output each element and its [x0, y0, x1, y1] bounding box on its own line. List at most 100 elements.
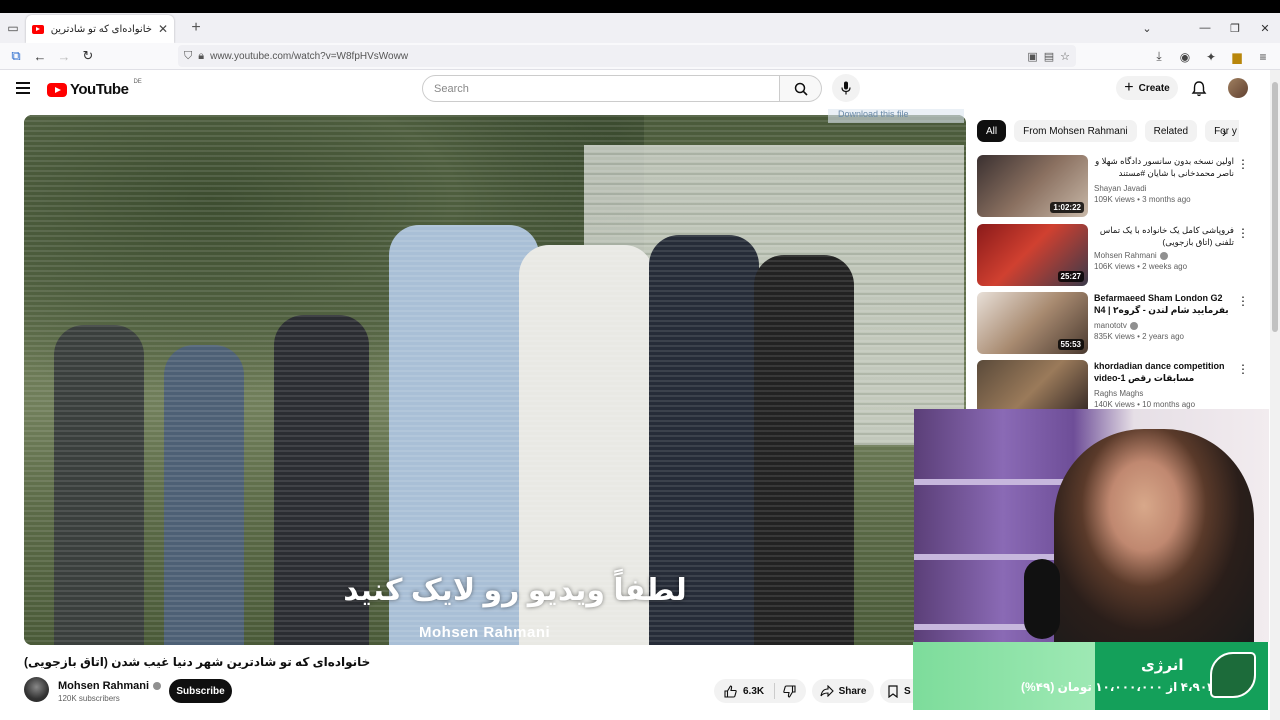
recommendation-stats: 109K views • 3 months ago	[1094, 195, 1191, 204]
extension-badge-icon[interactable]: ▆	[1226, 50, 1248, 64]
address-bar[interactable]: ⛉ 🔒︎ www.youtube.com/watch?v=W8fpHVsWoww…	[178, 45, 1076, 67]
menu-icon[interactable]: ≡	[1252, 50, 1274, 64]
recommendation-title[interactable]: اولین نسخه بدون سانسور دادگاه شهلا و ناص…	[1094, 155, 1234, 181]
region-code: DE	[133, 78, 142, 85]
channel-avatar[interactable]	[24, 677, 49, 702]
restore-icon[interactable]: ❐	[1220, 22, 1250, 35]
search-input[interactable]: Search	[422, 75, 780, 102]
chip-related[interactable]: Related	[1144, 120, 1198, 142]
channel-name[interactable]: Mohsen Rahmani	[58, 680, 162, 692]
recommendation-meta: khordadian dance competition video-1 مسا…	[1094, 360, 1234, 409]
youtube-logo[interactable]: YouTube DE	[47, 78, 142, 98]
tab-title: خانواده‌ای که تو شادترین شهر دنیا...	[50, 23, 152, 35]
video-thumbnail[interactable]: 55:53	[977, 292, 1088, 354]
more-options-icon[interactable]: ⋮	[1237, 226, 1249, 240]
page-scrollbar[interactable]	[1270, 70, 1280, 720]
recommendation-channel[interactable]: Shayan Javadi	[1094, 184, 1234, 193]
ad-progress-text: ۴،۹۰۳،۱۴۶ از ۱۰،۰۰۰،۰۰۰ تومان (۴۹%)	[1021, 680, 1241, 694]
recommendation-stats: 106K views • 2 weeks ago	[1094, 262, 1188, 271]
like-button[interactable]: 6.3K	[714, 683, 776, 699]
url-text[interactable]: www.youtube.com/watch?v=W8fpHVsWoww	[210, 51, 1021, 62]
recommendation-meta: Befarmaeed Sham London G2 N4 | بفرمایید …	[1094, 292, 1234, 341]
create-button[interactable]: + Create	[1116, 76, 1178, 100]
search-bar: Search	[422, 75, 822, 102]
recommendation-title[interactable]: khordadian dance competition video-1 مسا…	[1094, 360, 1234, 386]
filter-chips: All From Mohsen Rahmani Related For y	[977, 120, 1239, 144]
more-options-icon[interactable]: ⋮	[1237, 157, 1249, 171]
recommendation-item[interactable]: 55:53 Befarmaeed Sham London G2 N4 | بفر…	[977, 292, 1267, 354]
video-thumbnail[interactable]: 1:02:22	[977, 155, 1088, 217]
bookmark-star-icon[interactable]: ☆	[1060, 50, 1070, 63]
new-tab-icon[interactable]: +	[184, 19, 208, 37]
downloads-icon[interactable]: ⤓	[1148, 49, 1170, 64]
chevron-right-icon[interactable]: ›	[1222, 124, 1227, 140]
recommendation-meta: اولین نسخه بدون سانسور دادگاه شهلا و ناص…	[1094, 155, 1234, 204]
tab-strip: ▭ خانواده‌ای که تو شادترین شهر دنیا... ✕…	[0, 13, 1280, 43]
subscribe-button[interactable]: Subscribe	[169, 679, 232, 703]
video-duration: 25:27	[1057, 271, 1084, 282]
youtube-favicon-icon	[32, 24, 44, 34]
thumbs-up-icon	[724, 684, 737, 698]
video-duration: 55:53	[1057, 339, 1084, 350]
verified-icon	[153, 682, 162, 690]
verified-icon	[1159, 251, 1168, 260]
more-options-icon[interactable]: ⋮	[1237, 362, 1249, 376]
browser-tab-active[interactable]: خانواده‌ای که تو شادترین شهر دنیا... ✕	[26, 15, 174, 43]
sidebar-toggle-icon[interactable]: ⧉	[4, 48, 28, 64]
video-overlay-text: لطفاً ویدیو رو لایک کنید	[343, 574, 687, 607]
recommendation-title[interactable]: فروپاشی کامل یک خانواده با یک تماس تلفنی…	[1094, 224, 1234, 248]
recommendation-title[interactable]: Befarmaeed Sham London G2 N4 | بفرمایید …	[1094, 292, 1234, 318]
recommendation-meta: فروپاشی کامل یک خانواده با یک تماس تلفنی…	[1094, 224, 1234, 271]
download-hint-banner[interactable]: Download this file	[828, 109, 964, 123]
close-window-icon[interactable]: ✕	[1250, 22, 1280, 35]
ad-banner[interactable]: انرژی ۴،۹۰۳،۱۴۶ از ۱۰،۰۰۰،۰۰۰ تومان (۴۹%…	[913, 642, 1268, 710]
reload-icon[interactable]: ↻	[76, 48, 100, 64]
back-icon[interactable]: ←	[28, 49, 52, 64]
user-avatar[interactable]	[1228, 78, 1248, 98]
channel-name-text[interactable]: Mohsen Rahmani	[58, 680, 149, 692]
recommendation-channel[interactable]: manototv	[1094, 321, 1234, 330]
recommendation-channel[interactable]: Mohsen Rahmani	[1094, 251, 1234, 260]
extensions-icon[interactable]: ✦	[1200, 50, 1222, 64]
ad-left-panel	[913, 642, 1095, 710]
minimize-icon[interactable]: —	[1190, 22, 1220, 34]
scrollbar-thumb[interactable]	[1272, 82, 1278, 332]
vpn-icon[interactable]: ◉	[1174, 50, 1196, 64]
chip-from-channel[interactable]: From Mohsen Rahmani	[1014, 120, 1137, 142]
picture-in-picture-icon[interactable]: ▣	[1027, 50, 1037, 63]
microphone-icon	[841, 81, 851, 95]
recommendation-item[interactable]: 25:27 فروپاشی کامل یک خانواده با یک تماس…	[977, 224, 1267, 286]
video-duration: 1:02:22	[1050, 202, 1084, 213]
lock-icon[interactable]: 🔒︎	[198, 50, 204, 63]
recommendation-stats: 835K views • 2 years ago	[1094, 332, 1184, 341]
search-button[interactable]	[780, 75, 822, 102]
close-tab-icon[interactable]: ✕	[158, 22, 168, 36]
tab-overflow-icon[interactable]: ⌄	[1132, 22, 1162, 35]
window-controls: ⌄ — ❐ ✕	[1132, 13, 1280, 43]
webcam-person	[1054, 429, 1254, 642]
dislike-button[interactable]	[775, 684, 796, 698]
reader-view-icon[interactable]: ▤	[1044, 50, 1054, 63]
like-count: 6.3K	[743, 685, 765, 697]
video-thumbnail[interactable]: 25:27	[977, 224, 1088, 286]
chip-all[interactable]: All	[977, 120, 1007, 142]
like-dislike-group: 6.3K	[714, 679, 806, 703]
plus-icon: +	[1124, 79, 1134, 96]
search-icon	[794, 82, 808, 96]
create-label: Create	[1138, 82, 1170, 94]
save-label: S	[904, 685, 911, 697]
forward-icon[interactable]: →	[52, 49, 76, 64]
tab-list-icon[interactable]: ▭	[0, 13, 26, 43]
share-label: Share	[838, 685, 867, 697]
shield-icon[interactable]: ⛉	[184, 50, 192, 63]
youtube-play-icon	[47, 82, 67, 97]
recommendation-channel[interactable]: Raghs Maghs	[1094, 389, 1234, 398]
guide-menu-icon[interactable]	[16, 82, 30, 94]
notifications-bell-icon[interactable]	[1190, 80, 1208, 98]
voice-search-button[interactable]	[832, 74, 860, 102]
more-options-icon[interactable]: ⋮	[1237, 294, 1249, 308]
share-button[interactable]: Share	[812, 679, 874, 703]
logo-text: YouTube	[70, 81, 129, 98]
recommendation-item[interactable]: 1:02:22 اولین نسخه بدون سانسور دادگاه شه…	[977, 155, 1267, 217]
video-player[interactable]: لطفاً ویدیو رو لایک کنید Mohsen Rahmani	[24, 115, 966, 645]
